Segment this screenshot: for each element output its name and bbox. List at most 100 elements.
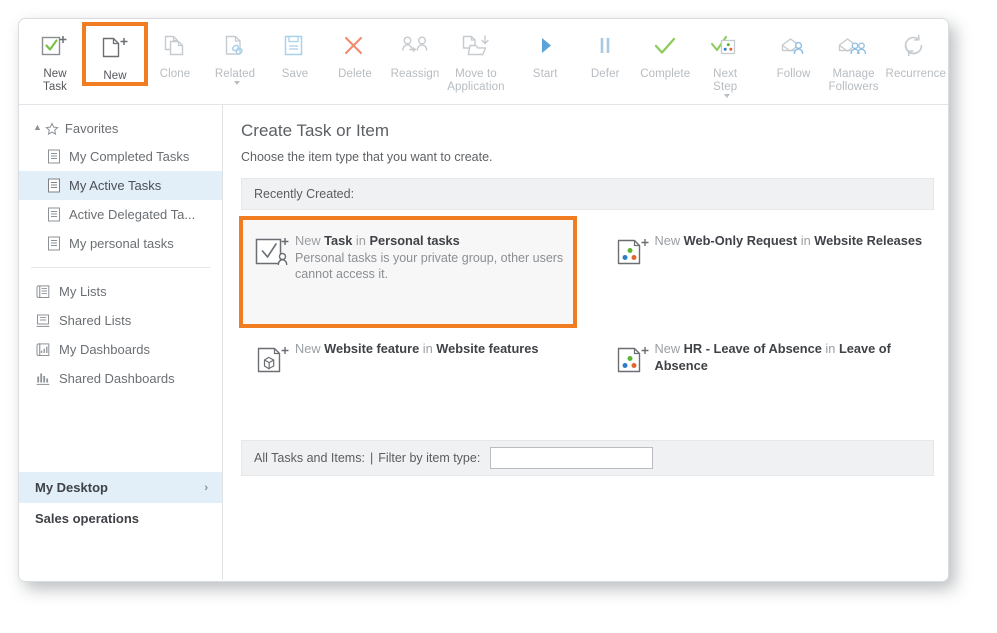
- toolbar-button-related[interactable]: Related: [205, 25, 265, 85]
- card-body: New Task in Personal tasks Personal task…: [295, 228, 567, 282]
- item-cube-icon: [251, 336, 295, 380]
- chevron-down-icon[interactable]: [723, 94, 730, 98]
- sidebar-favorites-label: Favorites: [64, 121, 119, 136]
- all-tasks-and-items-label: All Tasks and Items:: [254, 451, 365, 465]
- toolbar-label: Related: [214, 68, 256, 80]
- chevron-right-icon[interactable]: ›: [204, 482, 208, 494]
- card-new-web-only-request-website-releases[interactable]: New Web-Only Request in Website Releases: [601, 218, 935, 326]
- toolbar-label: Reassign: [390, 68, 440, 80]
- sidebar-item-label: My Desktop: [35, 480, 108, 495]
- sidebar-item-label: Active Delegated Ta...: [69, 207, 196, 222]
- reassign-users-icon: [399, 29, 431, 63]
- sidebar-item-label: My Lists: [59, 284, 107, 299]
- sidebar-item-label: My Completed Tasks: [69, 149, 190, 164]
- chevron-up-icon[interactable]: ▲: [33, 123, 42, 132]
- new-task-person-icon: [251, 228, 295, 272]
- shared-dashboards-icon: [35, 371, 51, 387]
- toolbar-label: New: [103, 70, 127, 82]
- sidebar-item-my-completed-tasks[interactable]: My Completed Tasks: [19, 142, 222, 171]
- card-title-joiner: in: [797, 233, 815, 248]
- toolbar-button-save[interactable]: Save: [265, 25, 325, 81]
- shared-lists-icon: [35, 313, 51, 329]
- list-icon: [47, 207, 61, 222]
- card-new-website-feature-website-features[interactable]: New Website feature in Website features: [241, 326, 575, 434]
- sidebar-item-active-delegated-tasks[interactable]: Active Delegated Ta...: [19, 200, 222, 229]
- sidebar-item-label: My Active Tasks: [69, 178, 162, 193]
- save-floppy-icon: [280, 29, 310, 63]
- card-title-prefix: New: [295, 233, 325, 248]
- filter-bar: All Tasks and Items: | Filter by item ty…: [241, 440, 934, 476]
- card-new-hr-leave-of-absence[interactable]: New HR - Leave of Absence in Leave of Ab…: [601, 326, 935, 434]
- toolbar-label: Defer: [590, 68, 620, 80]
- toolbar-button-new[interactable]: New: [82, 22, 148, 86]
- list-icon: [47, 178, 61, 193]
- chevron-down-icon[interactable]: [233, 81, 240, 85]
- card-title: New Task in Personal tasks: [295, 232, 567, 249]
- toolbar-button-defer[interactable]: Defer: [575, 25, 635, 81]
- toolbar-label: Complete: [640, 68, 691, 80]
- card-title-type: Web-Only Request: [683, 233, 798, 248]
- card-title-joiner: in: [821, 341, 839, 356]
- sidebar-item-my-dashboards[interactable]: My Dashboards: [19, 335, 222, 364]
- card-body: New HR - Leave of Absence in Leave of Ab…: [655, 336, 927, 375]
- toolbar-button-follow[interactable]: Follow: [764, 25, 824, 81]
- toolbar-button-start[interactable]: Start: [515, 25, 575, 81]
- sidebar-favorites-header[interactable]: ▲ Favorites: [19, 115, 222, 142]
- new-task-icon: [40, 29, 70, 63]
- sidebar-item-label: My personal tasks: [69, 236, 174, 251]
- card-title-container: Personal tasks: [369, 233, 460, 248]
- sidebar-group-collections: My Lists Shared Lists My Dashboards Shar…: [19, 277, 222, 393]
- page-title: Create Task or Item: [241, 121, 390, 140]
- card-title-container: Website Releases: [814, 233, 923, 248]
- sidebar-item-label: My Dashboards: [59, 342, 151, 357]
- sidebar-item-sales-operations[interactable]: Sales operations: [19, 503, 222, 534]
- toolbar-label: Delete: [338, 68, 372, 80]
- defer-pause-icon: [592, 29, 618, 63]
- sidebar-item-my-active-tasks[interactable]: My Active Tasks: [19, 171, 222, 200]
- follow-envelope-icon: [778, 29, 810, 63]
- sidebar-item-my-desktop[interactable]: My Desktop ›: [19, 472, 222, 503]
- toolbar-button-delete[interactable]: Delete: [325, 25, 385, 81]
- card-title-joiner: in: [352, 233, 370, 248]
- filter-by-item-type-input[interactable]: [490, 447, 654, 469]
- card-title-prefix: New: [654, 341, 684, 356]
- new-document-icon: [100, 31, 130, 65]
- clone-icon: [160, 29, 190, 63]
- toolbar-label: Move to Application: [447, 68, 505, 93]
- toolbar-button-manage-followers[interactable]: Manage Followers: [824, 25, 884, 94]
- toolbar-button-move-to-application[interactable]: Move to Application: [445, 25, 507, 94]
- sidebar-item-shared-dashboards[interactable]: Shared Dashboards: [19, 364, 222, 393]
- card-title-joiner: in: [419, 341, 437, 356]
- toolbar-label: Recurrence: [885, 68, 946, 80]
- card-title-prefix: New: [295, 341, 325, 356]
- toolbar-button-new-task[interactable]: New Task: [25, 25, 85, 94]
- toolbar-button-recurrence[interactable]: Recurrence: [884, 25, 948, 81]
- toolbar-label: Next Step: [713, 68, 738, 93]
- sidebar-item-shared-lists[interactable]: Shared Lists: [19, 306, 222, 335]
- next-step-icon: [709, 29, 741, 63]
- card-title-type: Website feature: [324, 341, 420, 356]
- sidebar-divider: [31, 267, 210, 268]
- toolbar-button-clone[interactable]: Clone: [145, 25, 205, 81]
- toolbar-button-reassign[interactable]: Reassign: [385, 25, 445, 81]
- sidebar-item-my-personal-tasks[interactable]: My personal tasks: [19, 229, 222, 258]
- toolbar-label: Manage Followers: [828, 68, 879, 93]
- card-title: New Website feature in Website features: [295, 340, 538, 357]
- toolbar-label: Save: [281, 68, 309, 80]
- card-title-prefix: New: [654, 233, 684, 248]
- card-description: Personal tasks is your private group, ot…: [295, 251, 564, 281]
- toolbar-button-next-step[interactable]: Next Step: [695, 25, 755, 98]
- page-subtitle: Choose the item type that you want to cr…: [241, 150, 493, 164]
- toolbar-label: Clone: [159, 68, 191, 80]
- my-dashboards-icon: [35, 342, 51, 358]
- sidebar-item-my-lists[interactable]: My Lists: [19, 277, 222, 306]
- card-new-task-personal-tasks[interactable]: New Task in Personal tasks Personal task…: [239, 216, 577, 328]
- complete-check-icon: [650, 29, 680, 63]
- delete-x-icon: [340, 29, 370, 63]
- main-panel: Create Task or Item Choose the item type…: [223, 105, 948, 580]
- item-dots-icon-2: [611, 336, 655, 380]
- related-link-icon: [220, 29, 250, 63]
- toolbar-button-complete[interactable]: Complete: [635, 25, 695, 81]
- card-title-container: Website features: [436, 341, 539, 356]
